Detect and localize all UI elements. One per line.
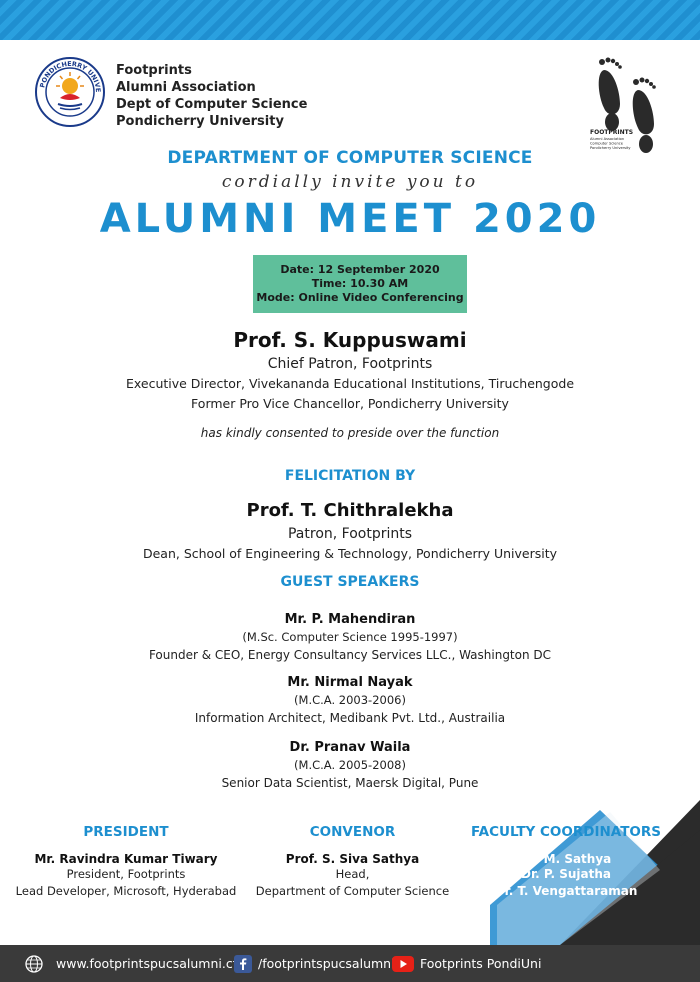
facebook-link[interactable]: /footprintspucsalumni <box>258 956 395 971</box>
convenor-heading: CONVENOR <box>309 824 396 840</box>
faculty-heading: FACULTY COORDINATORS <box>470 824 662 840</box>
footer-website[interactable]: www.footprintspucsalumni.cf <box>24 945 237 982</box>
president-block: PRESIDENT Mr. Ravindra Kumar Tiwary Pres… <box>12 824 240 900</box>
youtube-link[interactable]: Footprints PondiUni <box>420 956 541 971</box>
president-line: President, Footprints <box>66 867 186 881</box>
convenor-name: Prof. S. Siva Sathya <box>285 852 420 866</box>
faculty-name: Dr. M. Sathya <box>520 852 612 866</box>
president-name: Mr. Ravindra Kumar Tiwary <box>34 852 218 866</box>
convenor-block: CONVENOR Prof. S. Siva Sathya Head, Depa… <box>250 824 455 900</box>
youtube-icon <box>392 955 414 972</box>
globe-icon <box>25 954 43 973</box>
footer-facebook[interactable]: /footprintspucsalumni <box>234 945 395 982</box>
faculty-name: Dr. P. Sujatha <box>520 867 611 881</box>
faculty-coordinators-block: FACULTY COORDINATORS Dr. M. Sathya Dr. P… <box>466 824 666 900</box>
convenor-line: Head, <box>335 867 370 881</box>
president-line: Lead Developer, Microsoft, Hyderabad <box>15 884 237 898</box>
website-link[interactable]: www.footprintspucsalumni.cf <box>56 956 237 971</box>
facebook-icon <box>234 954 252 973</box>
footer-bar: www.footprintspucsalumni.cf /footprintsp… <box>0 945 700 982</box>
president-heading: PRESIDENT <box>83 824 169 840</box>
footer-youtube[interactable]: Footprints PondiUni <box>392 945 541 982</box>
faculty-name: Dr. T. Vengattaraman <box>494 884 638 898</box>
convenor-line: Department of Computer Science <box>255 884 450 898</box>
